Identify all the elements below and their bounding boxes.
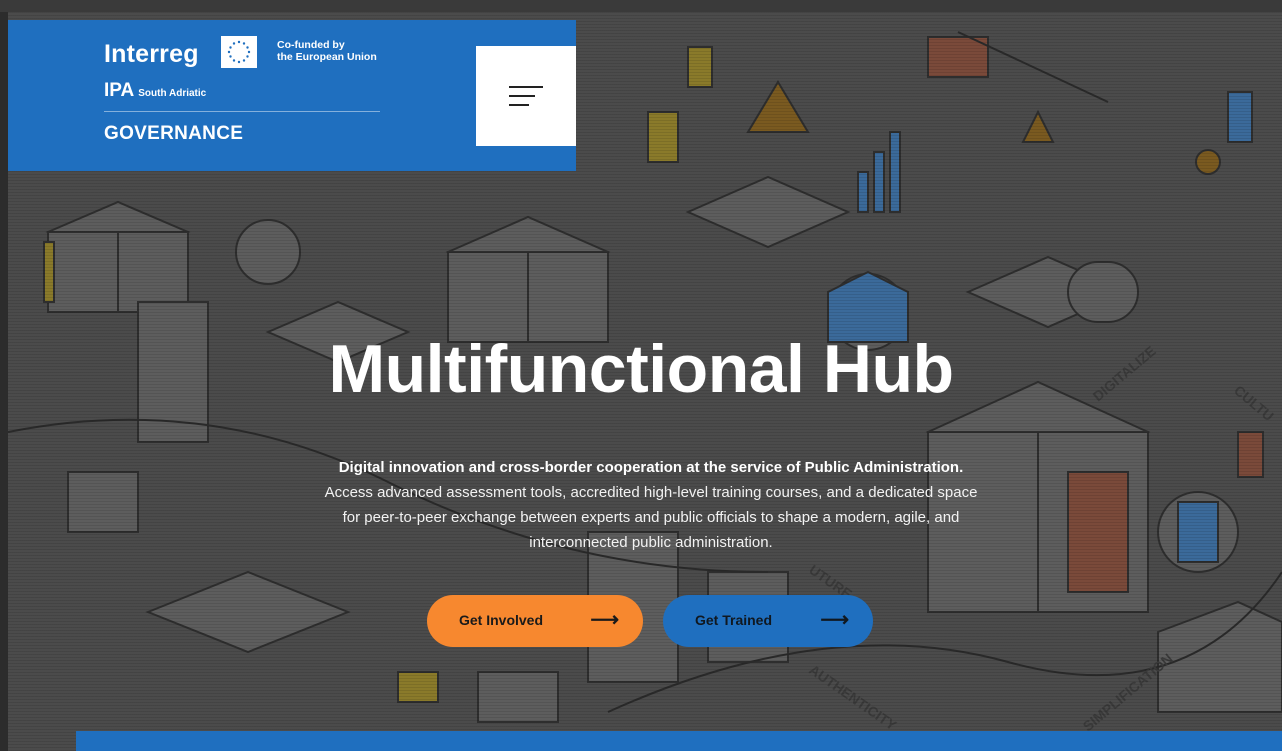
logo-interreg[interactable]: Interreg	[104, 40, 199, 69]
get-involved-label: Get Involved	[459, 612, 544, 628]
cofunded-line-2: the European Union	[277, 51, 377, 63]
get-involved-button[interactable]: Get Involved ⟶	[427, 595, 643, 647]
logo-divider	[104, 111, 380, 112]
hero-lead: Digital innovation and cross-border coop…	[338, 459, 964, 476]
next-section-strip	[76, 731, 1282, 751]
browser-top-edge	[0, 0, 1282, 12]
hero-body: Access advanced assessment tools, accred…	[324, 484, 978, 551]
get-trained-button[interactable]: Get Trained ⟶	[663, 595, 873, 647]
arrow-right-icon: ⟶	[590, 609, 619, 631]
eu-flag-icon	[221, 36, 257, 68]
cofunded-line-1: Co-funded by	[277, 39, 345, 51]
menu-line-3	[509, 104, 529, 106]
hero-title: Multifunctional Hub	[328, 331, 954, 407]
menu-button[interactable]	[476, 46, 576, 146]
menu-line-2	[509, 95, 535, 97]
menu-line-1	[509, 86, 543, 88]
governance-label: GOVERNANCE	[104, 123, 244, 144]
get-trained-label: Get Trained	[695, 612, 773, 628]
cofunded-eu-label: Co-funded by the European Union	[277, 39, 397, 63]
arrow-right-icon: ⟶	[820, 609, 849, 631]
ipa-label: IPA South Adriatic	[104, 80, 206, 102]
ipa-subtitle: South Adriatic	[138, 88, 207, 99]
hero-description: Digital innovation and cross-border coop…	[316, 455, 986, 555]
ipa-text: IPA	[104, 80, 135, 101]
